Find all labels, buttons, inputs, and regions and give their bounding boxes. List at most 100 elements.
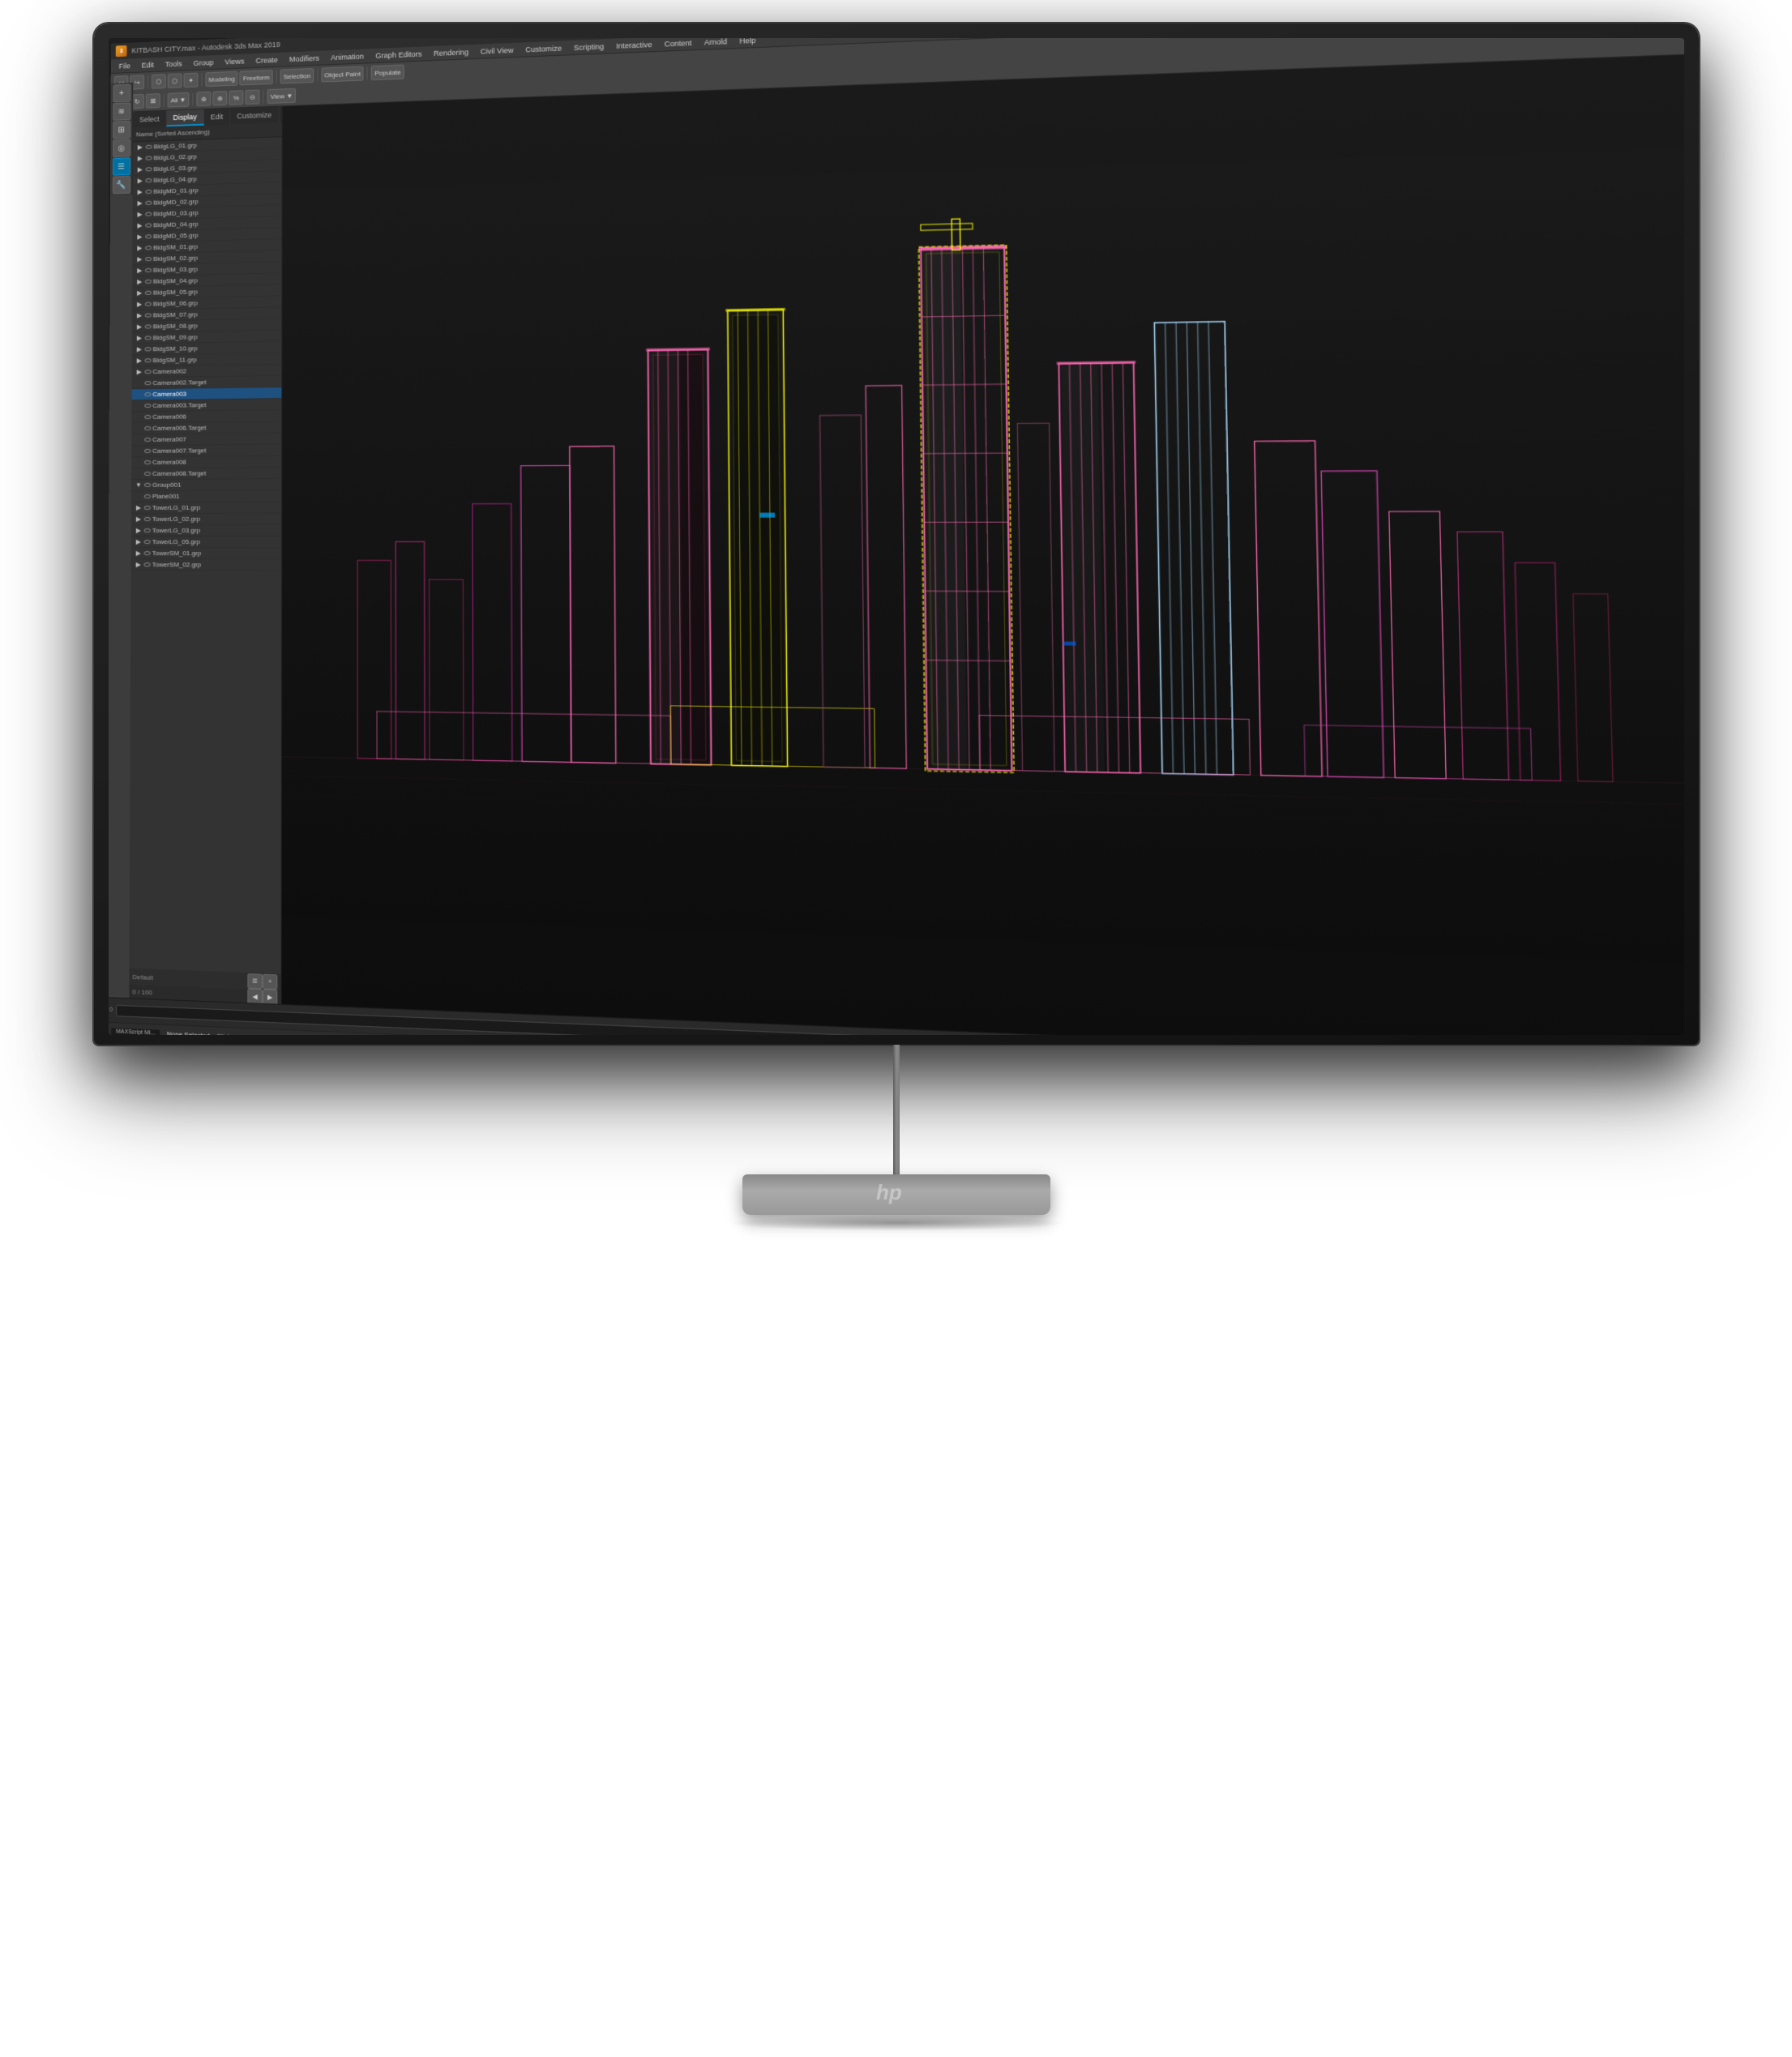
prev-frame[interactable]: ◀	[247, 989, 262, 1004]
scene-item-camera008[interactable]: Camera008	[131, 456, 281, 468]
eye-icon[interactable]	[144, 415, 151, 419]
menu-help[interactable]: Help	[733, 38, 760, 46]
eye-icon[interactable]	[144, 381, 151, 385]
modeling-tab[interactable]: Modeling	[205, 71, 238, 87]
eye-icon[interactable]	[145, 167, 152, 171]
eye-icon[interactable]	[144, 336, 151, 340]
eye-icon[interactable]	[144, 324, 151, 328]
scene-item-towerlg05[interactable]: ▶ TowerLG_05.grp	[130, 537, 280, 548]
scene-item-group001[interactable]: ▼ Group001	[131, 479, 281, 491]
all-filter[interactable]: All ▼	[167, 92, 189, 108]
menu-customize[interactable]: Customize	[520, 43, 567, 55]
next-frame[interactable]: ▶	[262, 989, 277, 1004]
snap-toggle[interactable]: ⊕	[196, 92, 211, 106]
eye-icon[interactable]	[144, 426, 151, 430]
scene-item-towerlg03[interactable]: ▶ TowerLG_03.grp	[130, 525, 280, 537]
menu-modifiers[interactable]: Modifiers	[284, 53, 323, 64]
hierarchy-panel-btn[interactable]: ⊞	[112, 121, 130, 139]
eye-icon[interactable]	[143, 483, 150, 487]
angle-snap[interactable]: ⊕	[212, 91, 227, 106]
eye-icon[interactable]	[145, 246, 152, 250]
eye-icon[interactable]	[144, 347, 151, 351]
scene-item-plane001[interactable]: Plane001	[130, 490, 280, 502]
tab-edit[interactable]: Edit	[203, 109, 230, 126]
eye-icon[interactable]	[144, 358, 151, 362]
eye-icon[interactable]	[145, 156, 152, 160]
scene-item-towerlg02[interactable]: ▶ TowerLG_02.grp	[130, 514, 280, 525]
eye-icon[interactable]	[145, 268, 152, 272]
expand-icon	[135, 413, 143, 421]
eye-icon[interactable]	[145, 257, 152, 261]
utilities-panel-btn[interactable]: 🔧	[112, 176, 130, 194]
menu-views[interactable]: Views	[220, 56, 249, 66]
layer-btn[interactable]: ☰	[247, 973, 262, 989]
eye-icon[interactable]	[145, 201, 152, 205]
display-panel-btn[interactable]: ☰	[112, 157, 130, 175]
view-dropdown[interactable]: View ▼	[267, 88, 296, 104]
scene-item-camera007[interactable]: Camera007	[131, 433, 281, 446]
create-panel-btn[interactable]: +	[113, 84, 130, 102]
eye-icon[interactable]	[144, 449, 151, 453]
eye-icon[interactable]	[143, 517, 150, 521]
viewport-area[interactable]: [+] [Perspective] [Standard] [Facets + E…	[281, 53, 1684, 1035]
eye-icon[interactable]	[144, 392, 151, 396]
eye-icon[interactable]	[145, 190, 152, 194]
eye-icon[interactable]	[143, 562, 150, 567]
select-region-btn[interactable]: ⬡	[167, 73, 182, 88]
motion-panel-btn[interactable]: ◎	[112, 139, 130, 157]
eye-icon[interactable]	[144, 302, 151, 306]
menu-scripting[interactable]: Scripting	[568, 41, 609, 53]
add-layer-btn[interactable]: +	[262, 974, 277, 990]
scene-item-towersm02[interactable]: ▶ TowerSM_02.grp	[130, 559, 280, 571]
menu-tools[interactable]: Tools	[160, 58, 186, 69]
eye-icon[interactable]	[145, 212, 152, 216]
eye-icon[interactable]	[144, 291, 151, 295]
eye-icon[interactable]	[145, 223, 152, 227]
scene-list[interactable]: ▶ BldgLG_01.grp ▶ BldgLG_02.grp ▶	[129, 137, 281, 973]
percent-snap[interactable]: %	[229, 90, 243, 105]
selection-btn[interactable]: Selection	[280, 68, 313, 84]
eye-icon[interactable]	[143, 551, 150, 555]
eye-icon[interactable]	[144, 438, 151, 442]
eye-icon[interactable]	[144, 404, 151, 408]
freeform-tab[interactable]: Freeform	[239, 70, 272, 85]
eye-icon[interactable]	[143, 494, 150, 498]
spinner-snap[interactable]: ⊖	[245, 89, 259, 105]
eye-icon[interactable]	[145, 178, 152, 182]
menu-edit[interactable]: Edit	[136, 59, 158, 70]
menu-arnold[interactable]: Arnold	[699, 38, 732, 47]
eye-icon[interactable]	[145, 234, 152, 238]
menu-animation[interactable]: Animation	[325, 51, 368, 62]
scale-btn[interactable]: ⊠	[145, 93, 160, 108]
object-paint-btn[interactable]: Object Paint	[321, 66, 364, 83]
tab-display[interactable]: Display	[166, 109, 203, 126]
eye-icon[interactable]	[143, 506, 150, 510]
scene-item-camera007target[interactable]: Camera007.Target	[131, 445, 281, 457]
select-by-name-btn[interactable]: ✦	[183, 73, 198, 88]
scene-item-towerlg01[interactable]: ▶ TowerLG_01.grp	[130, 502, 280, 514]
menu-group[interactable]: Group	[188, 57, 218, 67]
eye-icon[interactable]	[143, 540, 150, 544]
modify-panel-btn[interactable]: ≋	[112, 102, 130, 120]
eye-icon[interactable]	[145, 145, 152, 149]
menu-interactive[interactable]: Interactive	[610, 39, 656, 51]
menu-file[interactable]: File	[113, 61, 135, 71]
tab-select[interactable]: Select	[132, 111, 166, 128]
eye-icon[interactable]	[144, 460, 151, 464]
menu-rendering[interactable]: Rendering	[428, 46, 473, 58]
eye-icon[interactable]	[143, 528, 150, 532]
populate-btn[interactable]: Populate	[371, 65, 404, 81]
menu-content[interactable]: Content	[659, 38, 697, 49]
select-object-btn[interactable]: ⬡	[151, 74, 165, 88]
eye-icon[interactable]	[144, 280, 151, 284]
main-content: + ≋ ⊞ ◎ ☰ 🔧 Select Display Edit Cust	[109, 47, 1684, 1035]
scene-item-camera008target[interactable]: Camera008.Target	[131, 468, 281, 480]
menu-create[interactable]: Create	[250, 54, 282, 66]
eye-icon[interactable]	[144, 313, 151, 317]
scene-item-towersm01[interactable]: ▶ TowerSM_01.grp	[130, 548, 280, 559]
eye-icon[interactable]	[144, 472, 151, 476]
eye-icon[interactable]	[144, 370, 151, 374]
menu-graph-editors[interactable]: Graph Editors	[370, 49, 427, 61]
menu-civil-view[interactable]: Civil View	[475, 45, 518, 56]
tab-customize[interactable]: Customize	[230, 106, 279, 124]
